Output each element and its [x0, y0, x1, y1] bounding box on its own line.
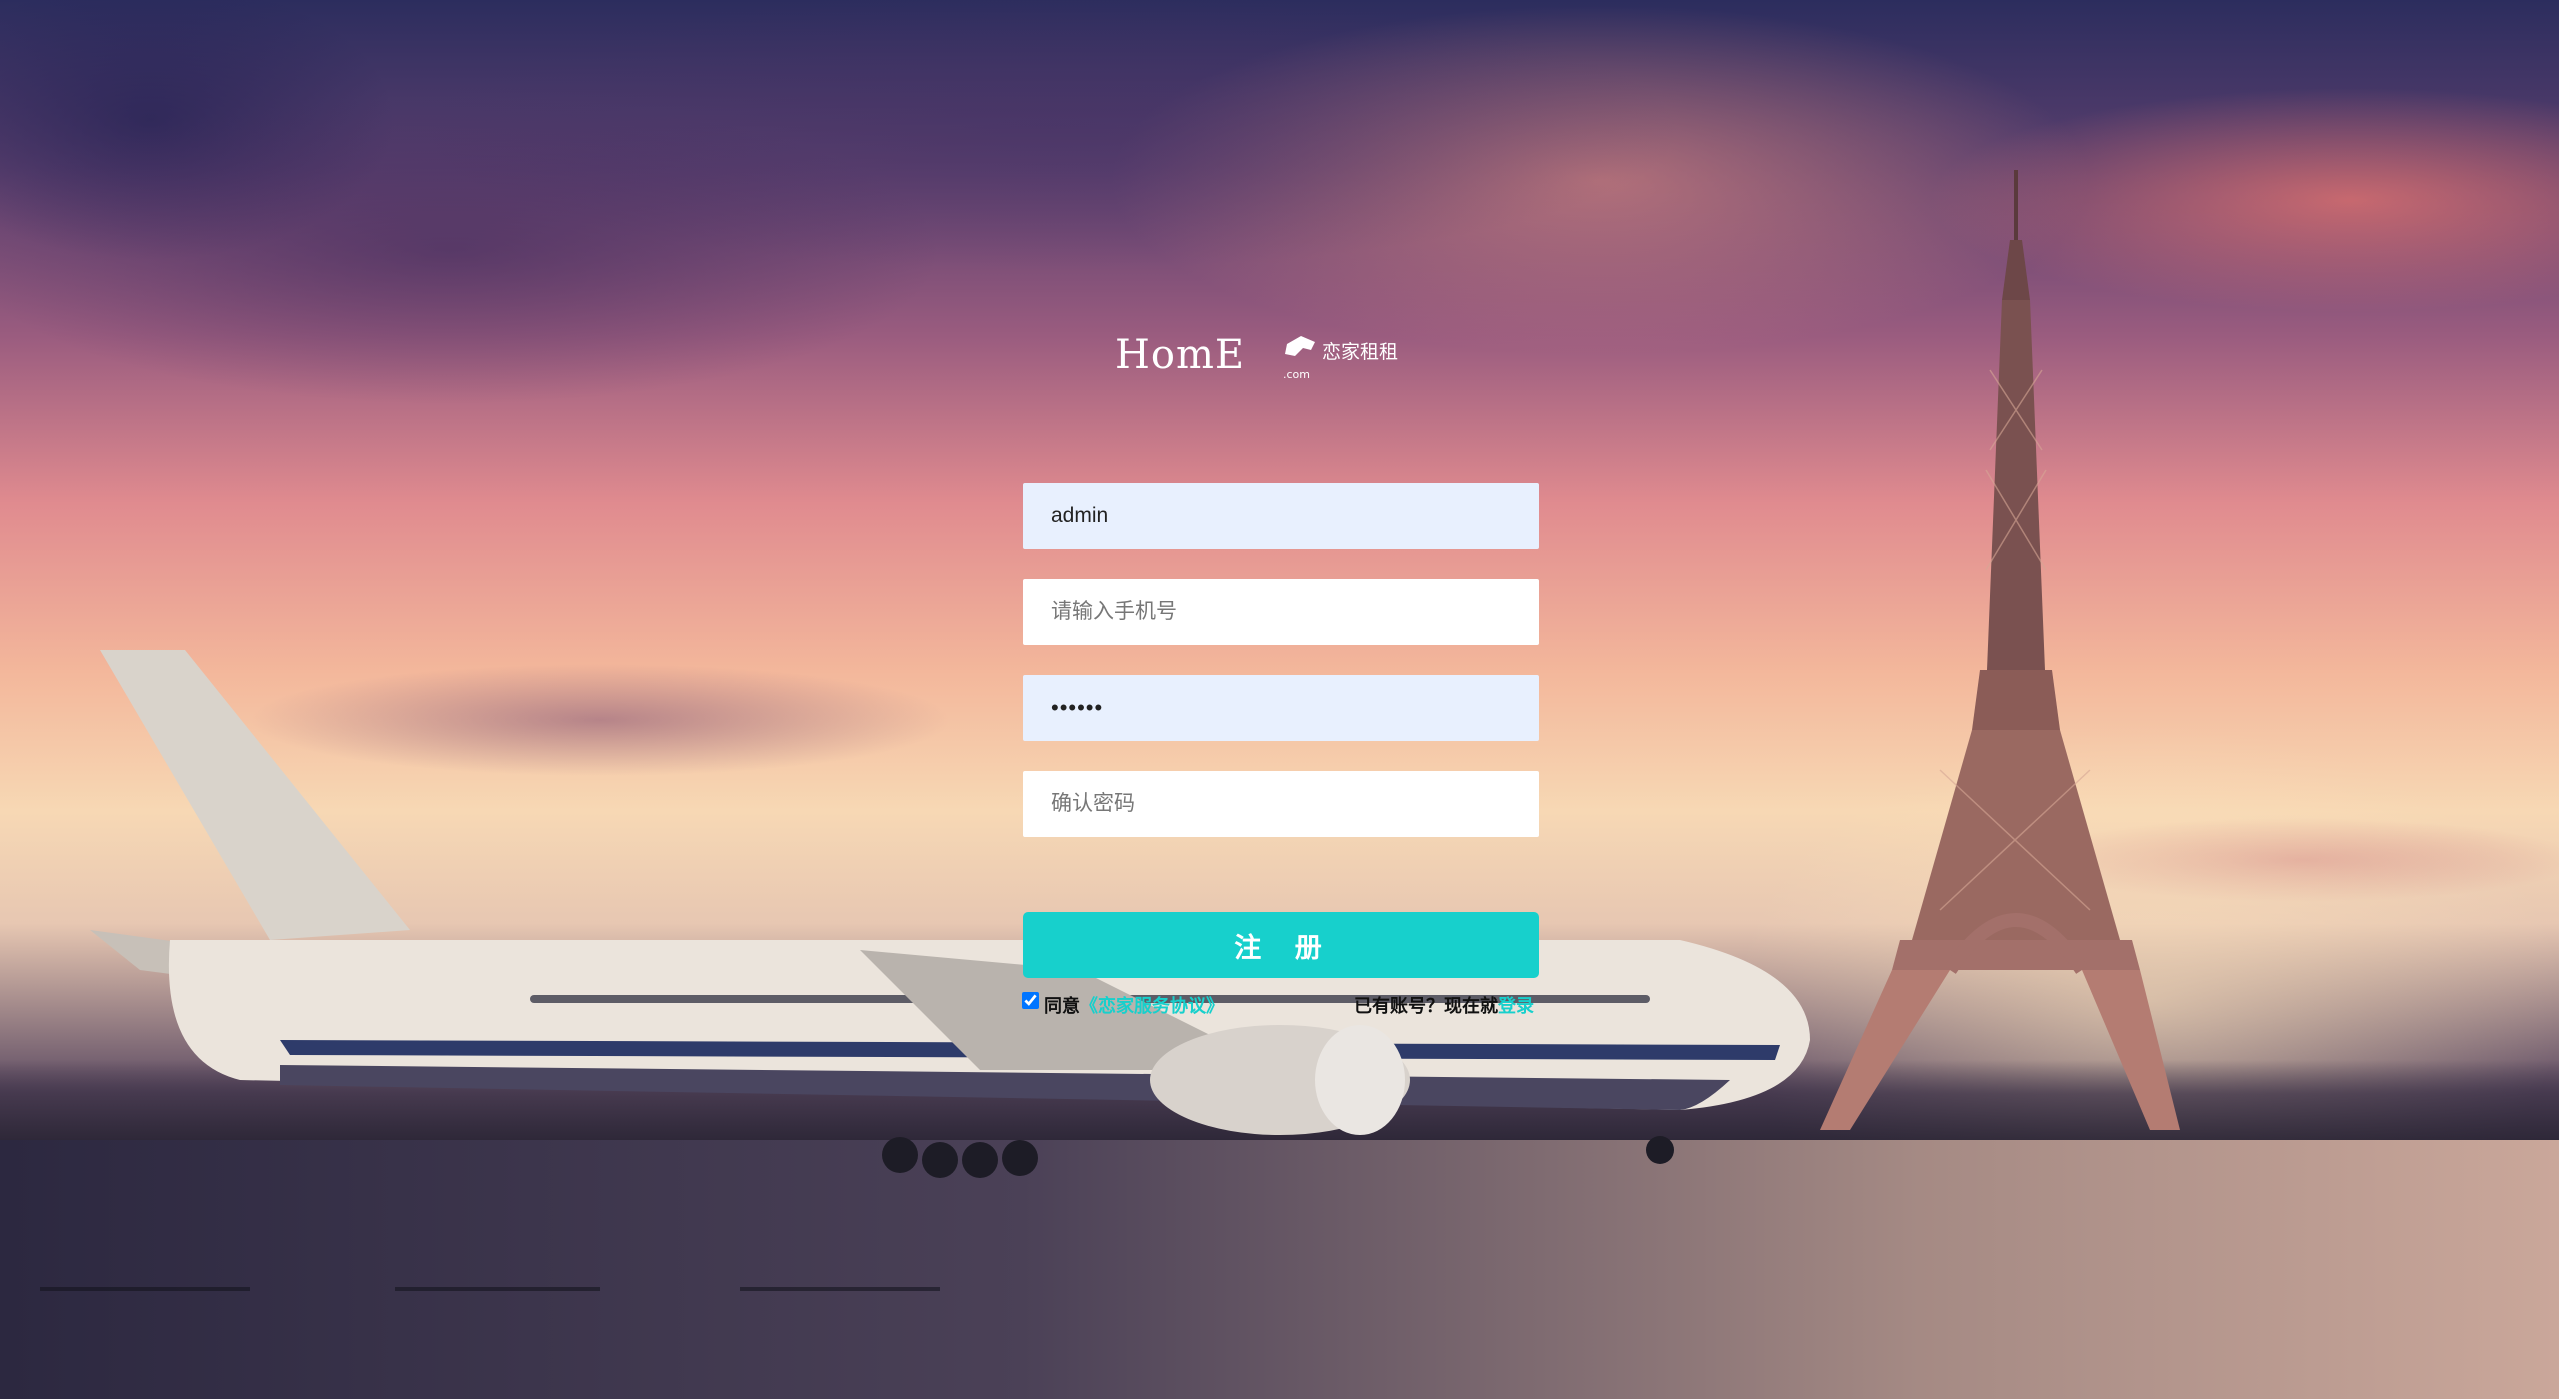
agree-prefix: 同意: [1044, 996, 1080, 1017]
agreement-row: 同意《恋家服务协议》 已有账号？现在就登录: [1022, 990, 1542, 1020]
confirm-password-input[interactable]: [1023, 771, 1539, 837]
login-link[interactable]: 登录: [1498, 996, 1534, 1017]
homee-logo: HomE 恋家租租 .com: [1115, 332, 1398, 380]
service-agreement-link[interactable]: 《恋家服务协议》: [1080, 996, 1224, 1017]
horse-icon: [1285, 336, 1315, 356]
password-input[interactable]: [1023, 675, 1539, 741]
phone-input[interactable]: [1023, 579, 1539, 645]
have-account-text: 已有账号？现在就登录: [1354, 992, 1534, 1018]
username-input[interactable]: [1023, 483, 1539, 549]
logo-chinese: 恋家租租: [1322, 341, 1398, 363]
agreement-text: 同意《恋家服务协议》: [1044, 992, 1224, 1018]
agree-checkbox[interactable]: [1022, 992, 1039, 1009]
eiffel-tower-image: [1820, 170, 2180, 1130]
logo-domain: .com: [1283, 368, 1310, 380]
register-button[interactable]: 注 册: [1023, 912, 1539, 978]
logo-wordmark: HomE: [1115, 332, 1245, 378]
have-account-label: 已有账号？现在就: [1354, 996, 1498, 1017]
airplane-image: [90, 650, 1810, 1178]
